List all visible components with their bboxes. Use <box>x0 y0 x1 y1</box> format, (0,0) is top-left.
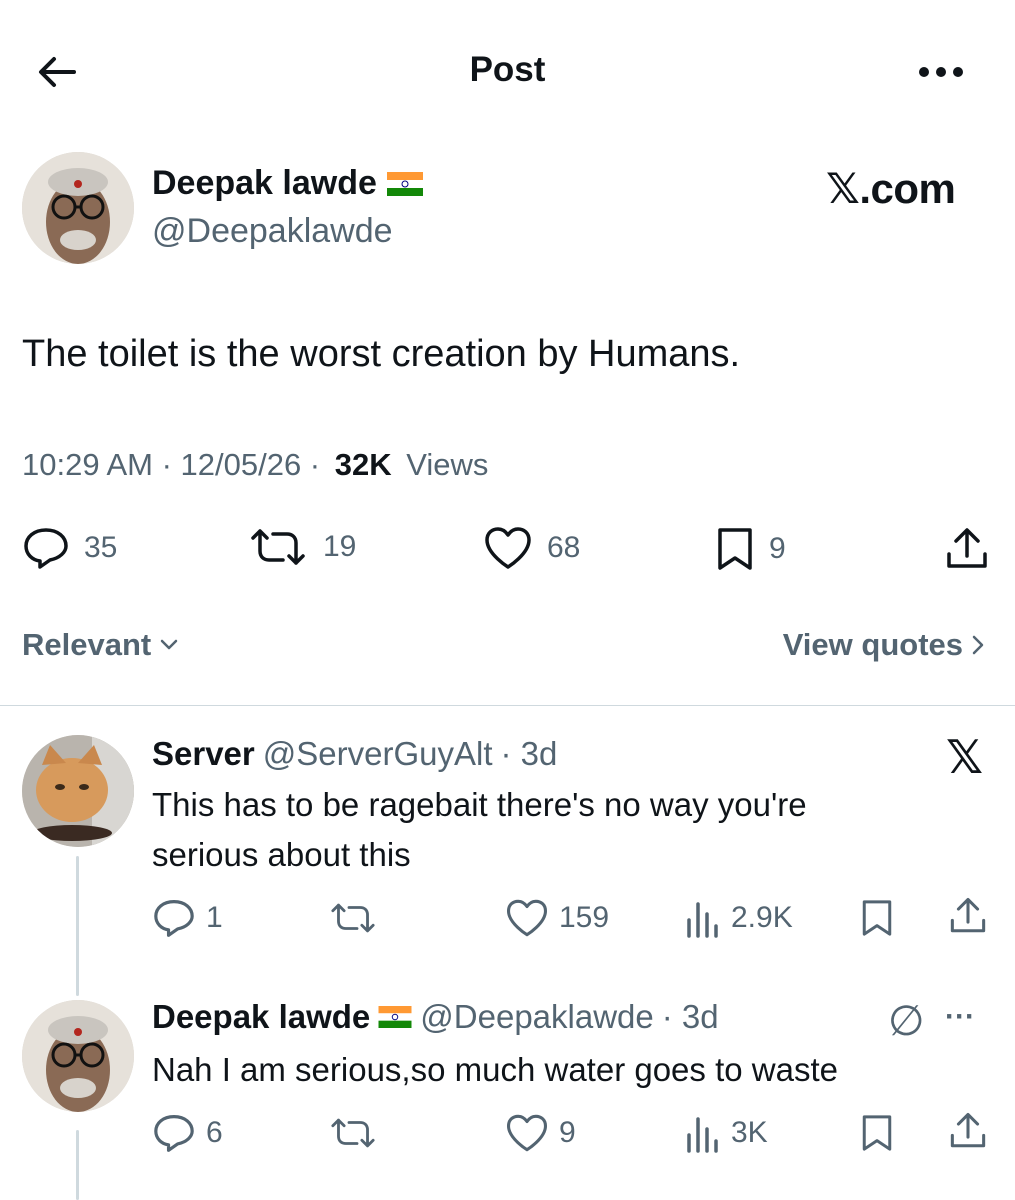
post-timestamp: 10:29 AM · 12/05/26 · <box>22 447 329 482</box>
reply-like-count: 9 <box>559 1116 576 1149</box>
cat-avatar-image <box>22 735 134 847</box>
reply-count: 35 <box>84 531 118 564</box>
section-divider <box>0 705 1015 706</box>
reply-text-line: serious about this <box>152 836 411 873</box>
reply-icon <box>154 1115 194 1152</box>
reply-repost-button[interactable] <box>328 900 378 936</box>
reply-views-count: 3K <box>731 1116 768 1149</box>
repost-button[interactable]: 19 <box>247 526 356 568</box>
reply-like-button[interactable]: 9 <box>505 1113 576 1153</box>
thread-line <box>76 856 79 996</box>
avatar-portrait-image <box>22 1000 134 1112</box>
author-avatar[interactable] <box>22 152 134 264</box>
repost-count: 19 <box>323 530 357 563</box>
reply-author-name[interactable]: Deepak lawde <box>152 998 370 1036</box>
view-quotes-label: View quotes <box>782 627 963 662</box>
views-label: Views <box>397 447 489 482</box>
reply-author-handle[interactable]: @Deepaklawde <box>420 998 653 1036</box>
reply-author-handle[interactable]: @ServerGuyAlt <box>263 735 493 773</box>
avatar-portrait-image <box>22 152 134 264</box>
reply-bookmark-button[interactable] <box>860 1113 894 1153</box>
like-count: 68 <box>547 531 581 564</box>
reply-header: Deepak lawde @Deepaklawde · 3d <box>152 998 719 1036</box>
sort-dropdown[interactable]: Relevant <box>22 627 179 663</box>
bookmark-button[interactable]: 9 <box>715 526 786 572</box>
post-meta: 10:29 AM · 12/05/26 · 32K Views <box>22 447 488 483</box>
reply-reply-count: 6 <box>206 1116 223 1149</box>
share-icon <box>950 1112 986 1148</box>
author-name-text: Deepak lawde <box>152 164 377 202</box>
reply-bookmark-button[interactable] <box>860 898 894 938</box>
heart-icon <box>506 899 548 937</box>
reply-button[interactable]: 35 <box>22 526 117 570</box>
page-title: Post <box>469 50 546 89</box>
views-count: 32K <box>334 447 392 482</box>
author-name[interactable]: Deepak lawde <box>152 164 423 203</box>
share-icon <box>950 897 986 933</box>
share-icon <box>947 528 987 568</box>
analytics-icon <box>687 1117 718 1153</box>
thread-line <box>76 1130 79 1200</box>
reply-repost-button[interactable] <box>328 1115 378 1151</box>
repost-icon <box>331 1118 375 1148</box>
reply-avatar[interactable] <box>22 735 134 847</box>
reply-share-button[interactable] <box>948 896 988 936</box>
bookmark-icon <box>862 1115 892 1151</box>
chevron-right-icon <box>972 635 984 655</box>
post-text: The toilet is the worst creation by Huma… <box>22 333 741 375</box>
reply-reply-button[interactable]: 1 <box>152 898 223 938</box>
reply-header: Server @ServerGuyAlt · 3d <box>152 735 557 773</box>
chevron-down-icon <box>160 639 178 650</box>
reply-share-button[interactable] <box>948 1111 988 1151</box>
more-options-button[interactable] <box>918 66 964 78</box>
bookmark-icon <box>718 528 752 570</box>
heart-icon <box>506 1114 548 1152</box>
sort-label: Relevant <box>22 627 152 662</box>
reply-avatar[interactable] <box>22 1000 134 1112</box>
analytics-icon <box>687 902 718 938</box>
reply-reply-count: 1 <box>206 901 223 934</box>
reply-reply-button[interactable]: 6 <box>152 1113 223 1153</box>
author-handle[interactable]: @Deepaklawde <box>152 212 393 251</box>
reply-time: · 3d <box>500 735 558 772</box>
repost-icon <box>331 903 375 933</box>
reply-like-button[interactable]: 159 <box>505 898 609 938</box>
more-horizontal-icon <box>919 67 963 77</box>
reply-like-count: 159 <box>559 901 610 934</box>
reply-text-line: This has to be ragebait there's no way y… <box>152 786 807 823</box>
reply-text-line: Nah I am serious,so much water goes to w… <box>152 1051 838 1088</box>
like-button[interactable]: 68 <box>483 526 580 570</box>
reply-icon <box>24 528 68 569</box>
grok-icon[interactable]: ∅ <box>888 996 925 1045</box>
x-logo-icon: 𝕏 <box>946 731 984 783</box>
reply-icon <box>154 900 194 937</box>
reply-views-count: 2.9K <box>731 901 793 934</box>
bookmark-icon <box>862 900 892 936</box>
reply-views-button[interactable]: 3K <box>685 1113 768 1153</box>
brand-watermark: 𝕏.com <box>826 165 956 212</box>
india-flag-icon <box>386 171 423 196</box>
view-quotes-link[interactable]: View quotes <box>783 627 985 663</box>
more-horizontal-icon[interactable]: ··· <box>945 1000 975 1034</box>
india-flag-icon <box>378 1006 412 1028</box>
repost-icon <box>251 529 305 565</box>
reply-views-button[interactable]: 2.9K <box>685 898 793 938</box>
reply-author-name[interactable]: Server <box>152 735 255 773</box>
bookmark-count: 9 <box>769 532 786 565</box>
heart-icon <box>485 527 531 569</box>
reply-time: · 3d <box>661 998 719 1035</box>
share-button[interactable] <box>944 526 990 572</box>
